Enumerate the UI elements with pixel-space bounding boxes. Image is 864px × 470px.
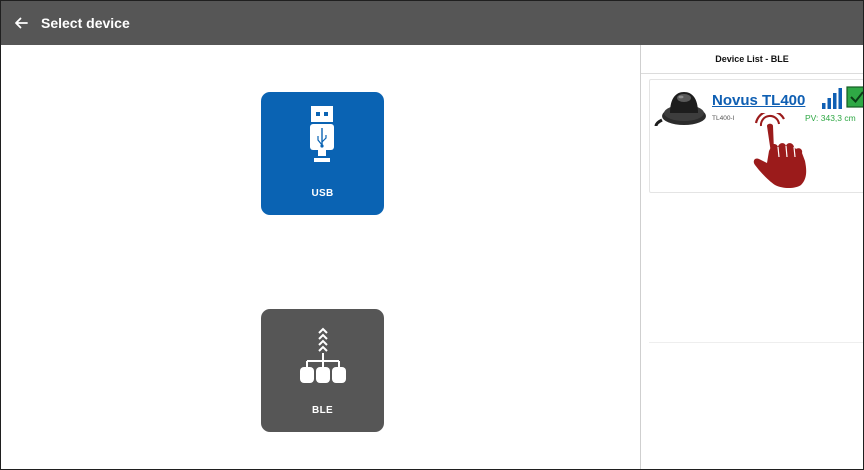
network-tree-icon — [300, 327, 346, 383]
signal-bars-icon — [822, 88, 842, 109]
pointing-hand-icon — [753, 113, 807, 188]
check-icon — [846, 86, 863, 108]
list-separator — [649, 342, 863, 343]
device-list-panel: Device List - BLE Novus TL400 TL400-I PV… — [641, 45, 863, 469]
device-name: Novus TL400 — [712, 92, 806, 109]
arrow-left-icon — [15, 17, 28, 29]
select-device-screen: Select device USB BLE Device List - BLE … — [0, 0, 864, 470]
app-header: Select device — [1, 1, 863, 45]
device-thumbnail — [654, 92, 706, 127]
back-button[interactable] — [1, 1, 41, 45]
device-model: TL400-I — [712, 115, 735, 122]
usb-icon — [310, 106, 334, 162]
ble-label: BLE — [312, 405, 333, 416]
device-list-title: Device List - BLE — [641, 45, 863, 74]
usb-label: USB — [311, 188, 334, 199]
page-title: Select device — [41, 15, 130, 31]
usb-button[interactable]: USB — [261, 92, 384, 215]
ble-button[interactable]: BLE — [261, 309, 384, 432]
